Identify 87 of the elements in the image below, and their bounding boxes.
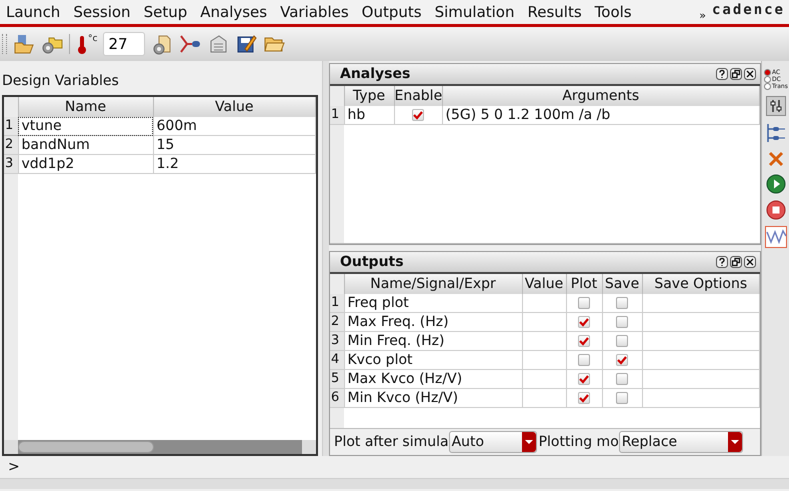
panel-title: Analyses [340, 66, 410, 82]
menu-item[interactable]: Simulation [434, 3, 514, 21]
table-cell[interactable]: Freq plot [344, 294, 522, 312]
menu-item[interactable]: Outputs [362, 3, 422, 21]
row-number: 2 [330, 312, 344, 332]
table-cell[interactable]: hb [344, 106, 394, 124]
column-header[interactable]: Name/Signal/Expr [344, 274, 522, 294]
table-cell[interactable]: 15 [153, 136, 316, 154]
restore-icon[interactable] [730, 256, 742, 268]
table-cell[interactable]: vtune [18, 117, 153, 136]
help-icon[interactable] [716, 68, 728, 80]
horizontal-scrollbar[interactable] [4, 440, 316, 454]
help-icon[interactable] [716, 256, 728, 268]
checkbox[interactable] [578, 297, 590, 310]
table-cell[interactable]: Kvco plot [344, 350, 522, 370]
menu-item[interactable]: Analyses [200, 3, 268, 21]
row-number: 3 [330, 332, 344, 350]
column-header[interactable]: Name [18, 97, 153, 117]
waveform-icon[interactable] [764, 226, 786, 248]
menu-item[interactable]: Results [528, 3, 582, 21]
menu-item[interactable]: Launch [6, 3, 60, 21]
checkbox[interactable] [578, 373, 590, 386]
table-cell[interactable]: 600m [153, 117, 316, 136]
panel-title: Outputs [340, 254, 404, 270]
row-number: 6 [330, 388, 344, 408]
checkbox[interactable] [412, 109, 424, 122]
save-edit-icon[interactable] [235, 33, 258, 55]
checkbox[interactable] [616, 316, 628, 328]
gear-document-icon[interactable] [151, 33, 174, 55]
column-header[interactable]: Plot [566, 274, 602, 294]
column-header[interactable]: Type [344, 86, 394, 106]
checkbox[interactable] [578, 335, 590, 348]
row-number: 2 [4, 136, 18, 154]
row-number: 1 [330, 106, 344, 124]
table-cell[interactable]: (5G) 5 0 1.2 100m /a /b [442, 106, 760, 124]
command-prompt: > [8, 459, 20, 475]
table-cell[interactable]: vdd1p2 [18, 154, 153, 174]
column-header[interactable]: Value [522, 274, 566, 294]
column-header[interactable]: Save [602, 274, 642, 294]
netlist-icon[interactable] [766, 122, 786, 144]
table-cell[interactable]: Max Kvco (Hz/V) [344, 370, 522, 388]
overflow-button[interactable]: » [699, 8, 706, 22]
logo: cadence [712, 2, 785, 18]
table-cell[interactable]: Min Kvco (Hz/V) [344, 388, 522, 408]
column-header[interactable]: Value [153, 97, 316, 117]
temperature-unit: °c [88, 34, 98, 44]
menu-item[interactable]: Setup [144, 3, 188, 21]
temperature-field[interactable]: 27 [103, 32, 146, 56]
splitter-handle[interactable] [322, 61, 329, 456]
row-number: 3 [4, 154, 18, 174]
menu-item[interactable]: Tools [594, 3, 632, 21]
checkbox[interactable] [578, 316, 590, 328]
checkbox[interactable] [616, 297, 628, 310]
tuning-icon[interactable] [766, 96, 786, 116]
column-header[interactable]: Enable [394, 86, 442, 106]
column-header[interactable]: Save Options [642, 274, 760, 294]
panel-title: Design Variables [1, 73, 120, 91]
row-number: 1 [4, 117, 18, 136]
thermometer-icon[interactable] [76, 33, 88, 55]
field-label: Plotting mo [538, 434, 619, 450]
run-icon[interactable] [766, 174, 786, 194]
menu-item[interactable]: Session [73, 3, 131, 21]
restore-icon[interactable] [730, 68, 742, 80]
table-cell[interactable]: Min Freq. (Hz) [344, 332, 522, 350]
table-cell[interactable]: Max Freq. (Hz) [344, 312, 522, 332]
open-design-icon[interactable] [13, 33, 35, 55]
close-icon[interactable] [744, 256, 756, 268]
row-number: 5 [330, 370, 344, 388]
row-number: 4 [330, 350, 344, 370]
field-label: Plot after simula [334, 434, 449, 450]
table-cell[interactable]: bandNum [18, 136, 153, 154]
dropdown[interactable]: Replace [618, 431, 743, 453]
column-header[interactable]: Arguments [442, 86, 760, 106]
table-cell[interactable]: 1.2 [153, 154, 316, 174]
close-icon[interactable] [744, 68, 756, 80]
checkbox[interactable] [578, 354, 590, 366]
menu-item[interactable]: Variables [280, 3, 349, 21]
dropdown[interactable]: Auto [448, 431, 537, 453]
delete-icon[interactable] [766, 150, 784, 168]
checkbox[interactable] [616, 392, 628, 404]
row-number: 1 [330, 294, 344, 312]
checkbox[interactable] [616, 373, 628, 386]
checkbox[interactable] [616, 354, 628, 366]
checkbox[interactable] [578, 392, 590, 404]
stop-icon[interactable] [766, 200, 786, 220]
checkbox[interactable] [616, 335, 628, 348]
probe-icon[interactable] [179, 33, 202, 55]
